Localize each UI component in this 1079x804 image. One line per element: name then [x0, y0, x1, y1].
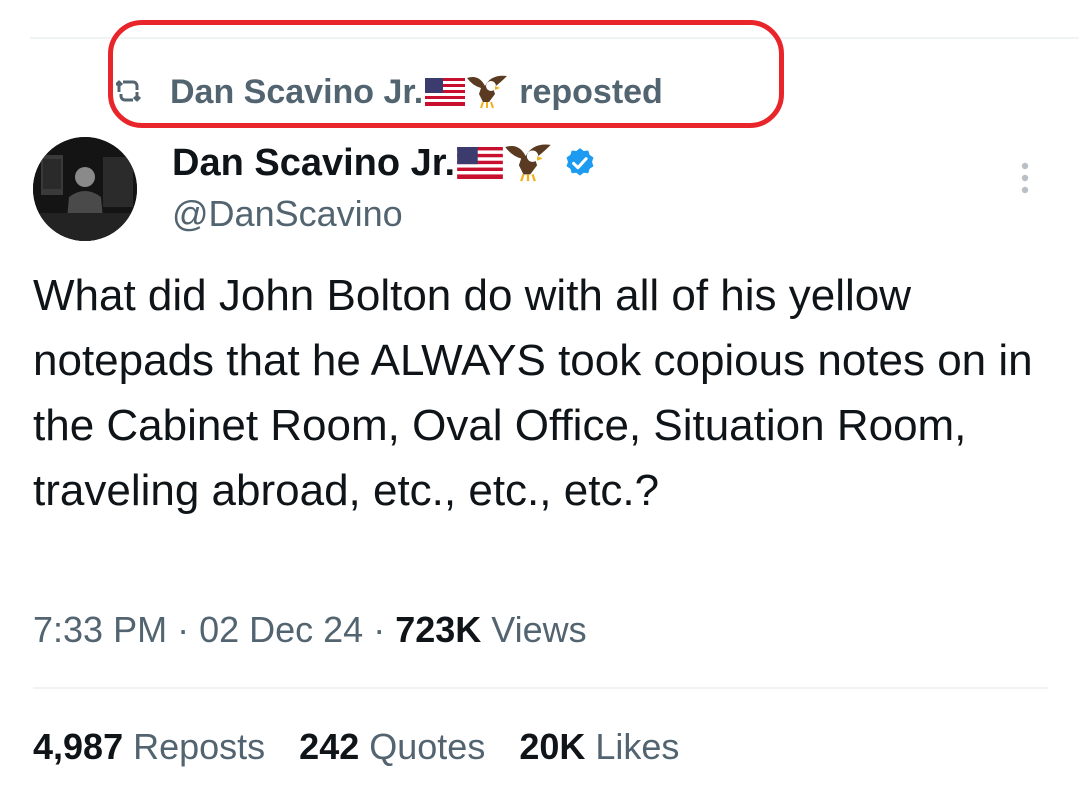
reposts-label: Reposts: [133, 726, 266, 767]
author-display-name[interactable]: Dan Scavino Jr.: [172, 142, 455, 185]
repost-banner[interactable]: Dan Scavino Jr. reposted: [116, 70, 663, 114]
quotes-stat[interactable]: 242 Quotes: [299, 726, 485, 768]
us-flag-icon: [457, 147, 503, 179]
author-handle[interactable]: @DanScavino: [172, 193, 403, 235]
bottom-divider: [33, 687, 1048, 689]
avatar[interactable]: [33, 137, 137, 241]
quotes-label: Quotes: [369, 726, 486, 767]
more-options-icon[interactable]: [1010, 160, 1040, 196]
likes-count: 20K: [519, 726, 586, 767]
tweet-time[interactable]: 7:33 PM: [33, 609, 167, 650]
views-label: Views: [491, 609, 587, 650]
repost-icon: [116, 80, 142, 102]
views-count[interactable]: 723K: [395, 609, 481, 650]
likes-label: Likes: [595, 726, 680, 767]
quotes-count: 242: [299, 726, 360, 767]
meta-separator: ·: [373, 609, 396, 650]
eagle-icon: [467, 75, 508, 109]
us-flag-icon: [425, 78, 466, 106]
verified-badge-icon: [566, 148, 594, 176]
repost-author-name[interactable]: Dan Scavino Jr.: [170, 73, 423, 112]
likes-stat[interactable]: 20K Likes: [519, 726, 679, 768]
reposts-count: 4,987: [33, 726, 124, 767]
tweet-text: What did John Bolton do with all of his …: [33, 271, 1033, 515]
tweet-meta: 7:33 PM · 02 Dec 24 · 723K Views: [33, 609, 587, 651]
tweet-date[interactable]: 02 Dec 24: [199, 609, 363, 650]
avatar-photo: [33, 137, 137, 241]
eagle-icon: [505, 144, 551, 182]
meta-separator: ·: [177, 609, 200, 650]
engagement-stats: 4,987 Reposts 242 Quotes 20K Likes: [33, 726, 713, 768]
author-name-row[interactable]: Dan Scavino Jr.: [172, 138, 597, 188]
repost-suffix: reposted: [519, 72, 663, 111]
reposts-stat[interactable]: 4,987 Reposts: [33, 726, 265, 768]
